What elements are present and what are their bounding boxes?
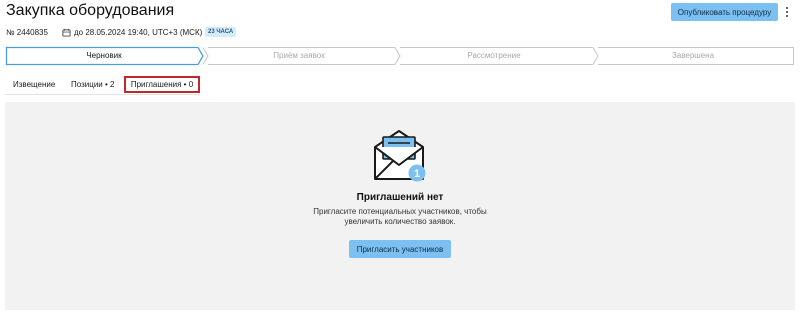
page-header: Закупка оборудования Опубликовать процед… <box>0 0 800 28</box>
empty-state-title: Приглашений нет <box>356 192 444 203</box>
empty-state-description: Пригласите потенциальных участников, что… <box>0 207 800 227</box>
tab-invitations[interactable]: Приглашения • 0 <box>124 76 200 93</box>
time-left-badge: 23 ЧАСА <box>205 27 237 37</box>
step-review: Рассмотрение <box>467 51 521 60</box>
invite-participants-button[interactable]: Пригласить участников <box>349 240 451 258</box>
page-title: Закупка оборудования <box>6 2 175 19</box>
empty-state-text-line2: увеличить количество заявок. <box>344 217 456 226</box>
envelope-badge-count: 1 <box>414 168 420 180</box>
tab-positions[interactable]: Позиции • 2 <box>71 76 114 93</box>
step-draft: Черновик <box>86 51 122 60</box>
envelope-icon: 1 <box>374 130 426 182</box>
empty-state-text-line1: Пригласите потенциальных участников, что… <box>313 207 487 216</box>
procedure-number: № 2440835 <box>6 28 48 37</box>
publish-procedure-button[interactable]: Опубликовать процедуру <box>671 3 778 21</box>
step-completed: Завершена <box>671 51 715 60</box>
tabs-divider <box>5 94 200 95</box>
procedure-stepper: Черновик Приём заявок Рассмотрение Завер… <box>5 46 795 66</box>
tab-notice[interactable]: Извещение <box>13 76 55 93</box>
deadline-text: до 28.05.2024 19:40, UTC+3 (МСК) <box>74 28 203 37</box>
more-vertical-icon[interactable] <box>780 3 794 21</box>
calendar-icon <box>62 28 71 37</box>
step-accepting-bids: Приём заявок <box>273 51 325 60</box>
procedure-tabs: Извещение Позиции • 2 Приглашения • 0 <box>5 76 205 94</box>
